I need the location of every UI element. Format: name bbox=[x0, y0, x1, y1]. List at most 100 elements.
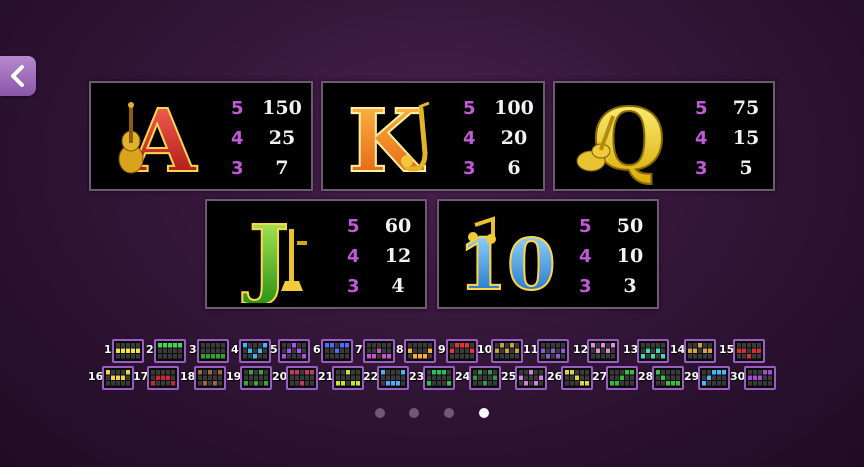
payline-cell bbox=[259, 370, 263, 375]
payline-cell bbox=[249, 381, 253, 386]
payline-cell bbox=[208, 381, 212, 386]
payline-cell bbox=[447, 370, 451, 375]
payline-diagram bbox=[147, 366, 179, 390]
payline-cell bbox=[367, 354, 371, 359]
back-button[interactable] bbox=[0, 56, 36, 96]
payline-number: 1 bbox=[104, 343, 112, 356]
payline-cell bbox=[335, 343, 339, 348]
payline-cell bbox=[768, 370, 772, 375]
payline-cell bbox=[387, 348, 391, 353]
match-count: 3 bbox=[579, 275, 592, 297]
payline-cell bbox=[295, 370, 299, 375]
payline-cell bbox=[742, 348, 746, 353]
payline-diagram bbox=[377, 366, 409, 390]
payline-diagram bbox=[102, 366, 134, 390]
payout-value: 20 bbox=[500, 127, 528, 149]
payline-cell bbox=[478, 375, 482, 380]
payline-cell bbox=[524, 375, 528, 380]
match-count: 3 bbox=[695, 157, 708, 179]
payline-cell bbox=[211, 348, 215, 353]
payline-cell bbox=[173, 348, 177, 353]
payline-cell bbox=[121, 348, 125, 353]
payline-cell bbox=[248, 348, 252, 353]
payline-cell bbox=[620, 370, 624, 375]
payline-cell bbox=[136, 348, 140, 353]
payline-cell bbox=[198, 370, 202, 375]
payline-cell bbox=[747, 348, 751, 353]
payline-cell bbox=[351, 381, 355, 386]
payline-cell bbox=[259, 381, 263, 386]
payline-cell bbox=[264, 381, 268, 386]
payline-cell bbox=[570, 381, 574, 386]
payline-cell bbox=[396, 375, 400, 380]
payline-cell bbox=[591, 343, 595, 348]
payline-cell bbox=[171, 370, 175, 375]
payout-row: 4 15 bbox=[695, 123, 775, 153]
payline-cell bbox=[615, 370, 619, 375]
payline-cell bbox=[258, 343, 262, 348]
payline-cell bbox=[702, 381, 706, 386]
payline-cell bbox=[382, 348, 386, 353]
payline-cell bbox=[163, 343, 167, 348]
payline-cell bbox=[330, 354, 334, 359]
payline-cell bbox=[151, 381, 155, 386]
payline-cell bbox=[158, 354, 162, 359]
payline-cell bbox=[661, 370, 665, 375]
payline-cell bbox=[505, 343, 509, 348]
payline-cell bbox=[423, 343, 427, 348]
payline-cell bbox=[656, 354, 660, 359]
payline-cell bbox=[330, 343, 334, 348]
payline-cell bbox=[702, 370, 706, 375]
payline-cell bbox=[483, 375, 487, 380]
payline-number: 7 bbox=[355, 343, 363, 356]
payline-cell bbox=[580, 370, 584, 375]
payline-cell bbox=[178, 348, 182, 353]
page-dot-active[interactable] bbox=[479, 408, 489, 418]
payline-cell bbox=[418, 348, 422, 353]
payline-cell bbox=[753, 370, 757, 375]
chevron-left-icon bbox=[11, 65, 24, 87]
payline-cell bbox=[121, 343, 125, 348]
payout-row: 36 bbox=[463, 153, 543, 183]
payline-cell bbox=[630, 381, 634, 386]
match-count: 4 bbox=[347, 245, 360, 267]
payline-cell bbox=[297, 343, 301, 348]
payline-cell bbox=[747, 343, 751, 348]
payline-cell bbox=[151, 370, 155, 375]
payline-cell bbox=[356, 375, 360, 380]
page-dot[interactable] bbox=[375, 408, 385, 418]
payline-cell bbox=[442, 375, 446, 380]
match-count: 5 bbox=[695, 97, 708, 119]
payline-cell bbox=[377, 343, 381, 348]
payline-cell bbox=[413, 354, 417, 359]
payline-cell bbox=[539, 370, 543, 375]
payline-cell bbox=[596, 354, 600, 359]
page-dot[interactable] bbox=[409, 408, 419, 418]
payline-cell bbox=[610, 381, 614, 386]
payline-cell bbox=[717, 381, 721, 386]
payline-cell bbox=[206, 354, 210, 359]
payline-cell bbox=[432, 381, 436, 386]
payline-cell bbox=[221, 354, 225, 359]
payout-row: 5 150 bbox=[231, 93, 311, 123]
payline-diagram bbox=[744, 366, 776, 390]
payline-cell bbox=[391, 370, 395, 375]
payline-diagram bbox=[197, 339, 229, 363]
payline-cell bbox=[748, 370, 752, 375]
payout-row: 34 bbox=[347, 271, 427, 301]
payout-row: 5 60 bbox=[347, 211, 427, 241]
payline-cell bbox=[676, 381, 680, 386]
payline-cell bbox=[688, 343, 692, 348]
payline-cell bbox=[757, 348, 761, 353]
payout-row: 33 bbox=[579, 271, 659, 301]
payline-cell bbox=[121, 381, 125, 386]
payline-cell bbox=[591, 348, 595, 353]
payline-cell bbox=[336, 381, 340, 386]
payline-cell bbox=[656, 370, 660, 375]
payline-cell bbox=[585, 370, 589, 375]
payline-cell bbox=[630, 375, 634, 380]
payline-cell bbox=[661, 348, 665, 353]
payline-cell bbox=[565, 370, 569, 375]
page-dot[interactable] bbox=[444, 408, 454, 418]
payline-cell bbox=[428, 343, 432, 348]
